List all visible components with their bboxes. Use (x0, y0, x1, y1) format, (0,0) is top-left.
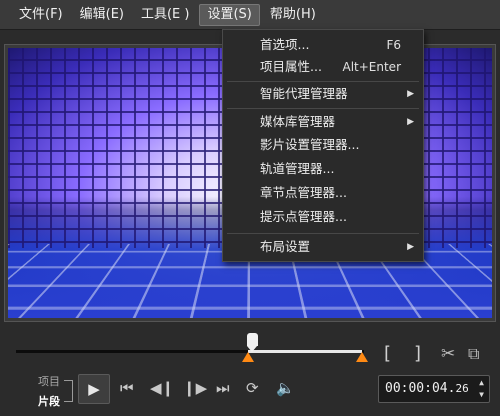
menu-library-manager[interactable]: 媒体库管理器 ▶ (223, 111, 423, 133)
play-button[interactable]: ▶ (78, 374, 110, 404)
mode-project[interactable]: 项目 (38, 373, 60, 389)
mark-out-button[interactable]: ] (414, 343, 421, 364)
menu-separator (227, 108, 419, 109)
trim-range (248, 350, 362, 353)
mode-connector (64, 401, 72, 402)
play-icon: ▶ (88, 380, 100, 398)
timecode-down-icon[interactable]: ▼ (479, 382, 484, 408)
volume-icon[interactable]: 🔈 (276, 379, 295, 397)
next-frame-icon[interactable]: ❙▶ (183, 379, 207, 397)
previous-frame-icon[interactable]: ◀❙ (150, 379, 174, 397)
go-to-start-icon[interactable]: ⏮ (120, 379, 134, 397)
menu-separator (227, 81, 419, 82)
trim-end-handle[interactable] (356, 352, 368, 362)
menu-layout-settings[interactable]: 布局设置 ▶ (223, 236, 423, 258)
settings-dropdown: 首选项... F6 项目属性... Alt+Enter 智能代理管理器 ▶ 媒体… (222, 29, 424, 262)
scissors-icon[interactable]: ✂ (441, 344, 455, 364)
menu-layout-settings-label: 布局设置 (260, 239, 311, 254)
menu-chapter-manager-label: 章节点管理器... (260, 185, 347, 200)
menu-separator (227, 233, 419, 234)
timecode-value: 00:00:04. (385, 381, 456, 396)
menu-cue-manager-label: 提示点管理器... (260, 209, 347, 224)
menu-edit[interactable]: 编辑(E) (73, 4, 131, 26)
menu-file[interactable]: 文件(F) (12, 4, 70, 26)
mark-in-button[interactable]: [ (384, 343, 391, 364)
shortcut-f6: F6 (386, 38, 401, 52)
menu-cue-manager[interactable]: 提示点管理器... (223, 206, 423, 228)
timecode-frames: 26 (455, 382, 469, 395)
menu-project-properties[interactable]: 项目属性... Alt+Enter (223, 56, 423, 78)
menu-project-properties-label: 项目属性... (260, 59, 322, 74)
shortcut-alt-enter: Alt+Enter (342, 60, 401, 74)
menu-preferences-label: 首选项... (260, 37, 310, 52)
mode-connector (72, 380, 73, 402)
repeat-icon[interactable]: ⟳ (246, 379, 259, 397)
trim-start-handle[interactable] (242, 352, 254, 362)
submenu-arrow-icon: ▶ (407, 117, 414, 127)
menu-help[interactable]: 帮助(H) (263, 4, 323, 26)
mode-clip[interactable]: 片段 (38, 393, 60, 409)
copy-icon[interactable]: ⧉ (468, 344, 479, 364)
submenu-arrow-icon: ▶ (407, 242, 414, 252)
playhead-handle[interactable] (247, 333, 258, 352)
menu-track-manager-label: 轨道管理器... (260, 161, 335, 176)
menu-tools[interactable]: 工具(E ) (134, 4, 197, 26)
menu-movie-settings-label: 影片设置管理器... (260, 137, 360, 152)
menu-chapter-manager[interactable]: 章节点管理器... (223, 182, 423, 204)
menu-settings[interactable]: 设置(S) (199, 3, 260, 26)
timecode-field[interactable]: 00:00:04.26 ▲ ▼ (378, 375, 490, 403)
mode-connector (64, 380, 72, 381)
menu-track-manager[interactable]: 轨道管理器... (223, 158, 423, 180)
menu-preferences[interactable]: 首选项... F6 (223, 34, 423, 56)
menu-smart-proxy-label: 智能代理管理器 (260, 86, 348, 101)
submenu-arrow-icon: ▶ (407, 89, 414, 99)
menu-bar: 文件(F) 编辑(E) 工具(E ) 设置(S) 帮助(H) (0, 0, 500, 30)
menu-smart-proxy[interactable]: 智能代理管理器 ▶ (223, 83, 423, 105)
go-to-end-icon[interactable]: ⏭ (216, 379, 230, 397)
menu-library-manager-label: 媒体库管理器 (260, 114, 336, 129)
menu-movie-settings[interactable]: 影片设置管理器... (223, 134, 423, 156)
